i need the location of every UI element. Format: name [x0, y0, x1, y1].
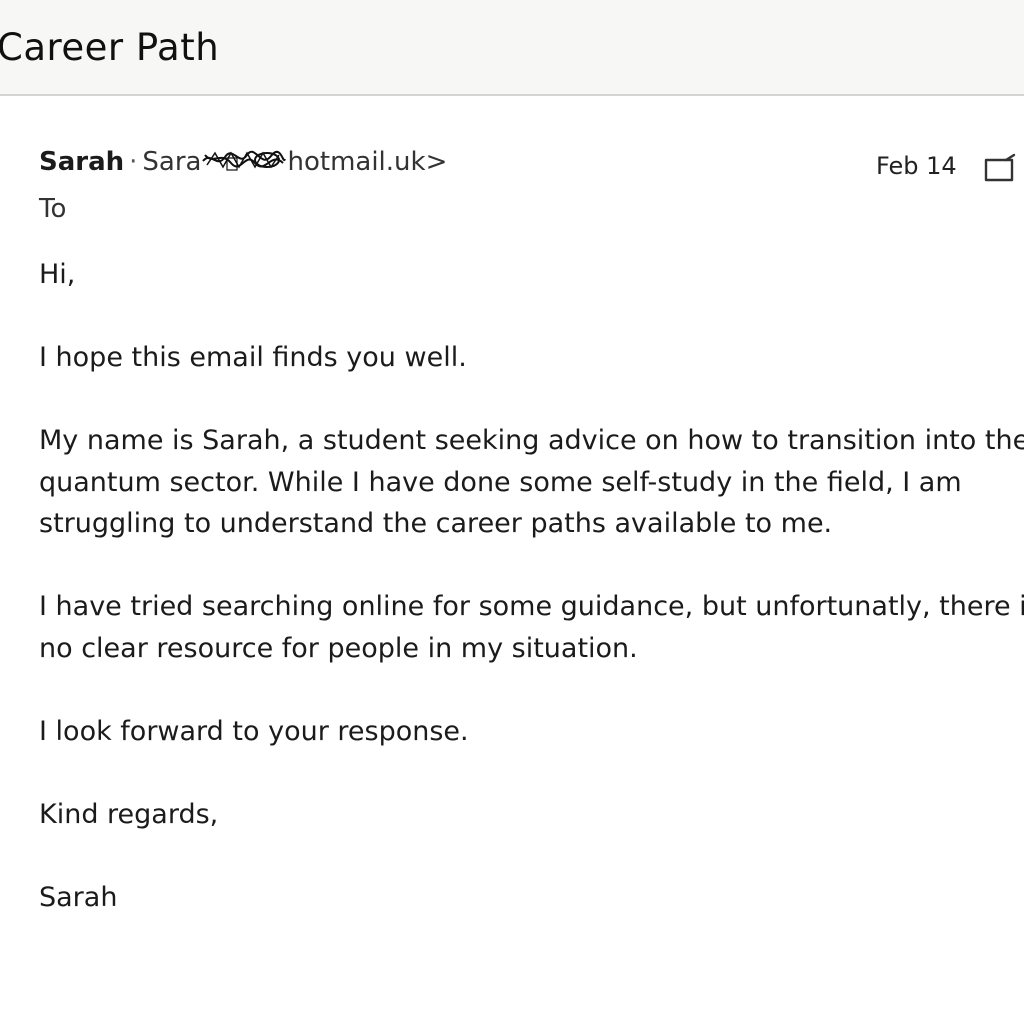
recipient-to-label: To — [39, 194, 67, 224]
body-signature: Sarah — [39, 882, 118, 913]
sender-email-prefix: Sara — [142, 147, 202, 177]
body-paragraph-3: I have tried searching online for some g… — [39, 586, 1024, 669]
email-date: Feb 14 — [876, 152, 957, 180]
redaction-scribble — [201, 147, 287, 173]
email-subject: Career Path — [0, 26, 220, 69]
archive-button[interactable] — [980, 152, 1020, 186]
body-paragraph-2-line: My name is Sarah, a student seeking advi… — [39, 425, 1024, 456]
sender-row: Sarah · Sara hotmail.uk> — [39, 147, 839, 183]
body-closing: Kind regards, — [39, 799, 219, 830]
sender-separator: · — [129, 147, 138, 177]
body-paragraph-2: My name is Sarah, a student seeking advi… — [39, 420, 1024, 545]
sender-email-suffix: hotmail.uk> — [287, 147, 448, 177]
subject-bar: Career Path — [0, 0, 1024, 96]
body-paragraph-2-line: struggling to understand the career path… — [39, 508, 833, 539]
body-paragraph-3-line: I have tried searching online for some g… — [39, 591, 1024, 622]
body-paragraph-1: I hope this email finds you well. — [39, 342, 467, 373]
sender-name[interactable]: Sarah — [39, 147, 124, 177]
body-paragraph-4: I look forward to your response. — [39, 716, 469, 747]
sender-email[interactable]: Sara hotmail.uk> — [142, 147, 447, 177]
body-greeting: Hi, — [39, 259, 76, 290]
archive-icon — [984, 153, 1016, 182]
body-paragraph-2-line: quantum sector. While I have done some s… — [39, 466, 962, 498]
body-paragraph-3-line: no clear resource for people in my situa… — [39, 632, 638, 664]
